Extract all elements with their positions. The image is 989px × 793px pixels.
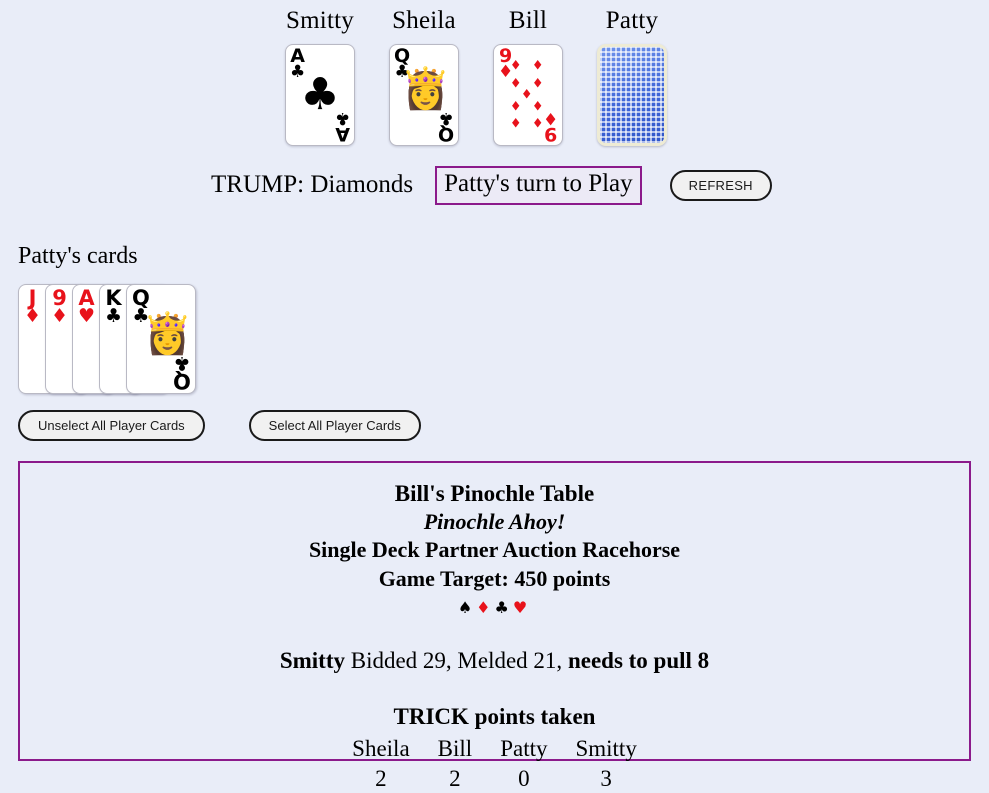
card-corner: J ♦ — [24, 287, 42, 327]
suit-order-row: ♠♦♣♥ — [30, 598, 959, 617]
played-card-slot-sheila: Q ♣ Q ♣ 👸 — [372, 38, 476, 154]
bid-need-text: needs to pull 8 — [567, 648, 710, 674]
suit-glyph-icon: ♣ — [494, 598, 513, 618]
info-panel: Bill's Pinochle Table Pinochle Ahoy! Sin… — [18, 460, 971, 791]
unselect-all-cards-button[interactable]: Unselect All Player Cards — [18, 409, 205, 441]
trick-points-table: Sheila Bill Patty Smitty 2 2 0 3 — [338, 734, 651, 793]
seat-name-label: Sheila — [392, 7, 456, 34]
trick-player-points: 2 — [375, 765, 387, 791]
card-corner: Q ♣ — [173, 351, 191, 392]
seat-name-label: Smitty — [286, 7, 354, 34]
played-card-sheila: Q ♣ Q ♣ 👸 — [372, 38, 476, 154]
suit-glyph-icon: ♦ — [476, 598, 495, 618]
card-pip: ♦ — [509, 116, 522, 132]
card-center-pip: ♣ — [300, 69, 340, 120]
card-face-figure-icon: 👸 — [400, 66, 451, 111]
card-pip: ♦ — [509, 58, 522, 74]
trick-points-value-row: 2 2 0 3 — [338, 764, 651, 793]
card-suit-icon: ♥ — [78, 304, 96, 327]
trick-player-name: Smitty — [575, 736, 637, 762]
card-pip-grid: ♦ ♦ ♦ ♦ ♦ ♦ ♦ ♦ ♦ — [506, 59, 550, 131]
suit-glyph-icon: ♥ — [512, 598, 532, 618]
status-row: TRUMP: Diamonds Patty's turn to Play REF… — [0, 166, 989, 205]
card-back — [597, 44, 667, 146]
trick-player-name: Patty — [500, 736, 548, 762]
played-card-patty-facedown — [580, 38, 684, 154]
hand-title: Patty's cards — [18, 242, 138, 269]
trump-label: TRUMP: Diamonds — [211, 171, 414, 199]
info-game-mode: Single Deck Partner Auction Racehorse — [308, 537, 681, 563]
bid-status-line: Smitty Bidded 29, Melded 21, needs to pu… — [30, 648, 959, 674]
played-card-smitty: A ♣ A ♣ ♣ — [268, 38, 372, 154]
hand-button-row: Unselect All Player Cards Select All Pla… — [18, 409, 989, 441]
played-card-slot-smitty: A ♣ A ♣ ♣ — [268, 38, 372, 154]
seat-name-label: Bill — [508, 7, 548, 34]
refresh-button[interactable]: REFRESH — [669, 169, 772, 201]
seat-name-row: Smitty Sheila Bill Patty — [268, 4, 989, 38]
trick-player-points: 0 — [518, 765, 530, 791]
trick-player-points: 2 — [449, 765, 461, 791]
card-pip: ♦ — [509, 76, 522, 92]
card-face-figure-icon: 👸 — [142, 311, 193, 357]
trick-player-name: Sheila — [352, 736, 410, 762]
bid-detail: Bidded 29, Melded 21, — [344, 648, 568, 674]
seat-name-label: Patty — [605, 7, 659, 34]
card-pip: ♦ — [531, 76, 544, 92]
trick-points-heading: TRICK points taken — [393, 704, 596, 730]
player-hand[interactable]: J ♦ 9 ♦ A ♥ K ♣ Q ♣ 👸 Q ♣ — [18, 283, 989, 398]
card-corner: 9 ♦ — [51, 287, 69, 327]
played-card-slot-bill: 9 ♦ 9 ♦ ♦ ♦ ♦ ♦ ♦ ♦ ♦ ♦ ♦ — [476, 38, 580, 154]
card-pip: ♦ — [520, 87, 533, 103]
turn-indicator: Patty's turn to Play — [435, 166, 642, 205]
card-suit-icon: ♦ — [51, 304, 69, 327]
suit-glyph-icon: ♠ — [457, 598, 477, 618]
card-corner: A ♥ — [78, 287, 96, 327]
info-title: Bill's Pinochle Table — [394, 480, 595, 506]
card-pip: ♦ — [509, 99, 522, 115]
trick-points-header-row: Sheila Bill Patty Smitty — [338, 734, 651, 763]
seat-patty: Patty — [580, 4, 684, 38]
card-corner: K ♣ — [105, 287, 123, 327]
card-corner: Q ♣ — [438, 107, 454, 145]
card-suit-icon: ♣ — [438, 107, 454, 128]
card-suit-icon: ♣ — [173, 351, 191, 374]
playing-card: 9 ♦ 9 ♦ ♦ ♦ ♦ ♦ ♦ ♦ ♦ ♦ ♦ — [493, 44, 563, 146]
trick-player-name: Bill — [437, 736, 473, 762]
seat-smitty: Smitty — [268, 4, 372, 38]
card-pip: ♦ — [531, 99, 544, 115]
card-pip: ♦ — [531, 58, 544, 74]
played-card-slot-patty — [580, 38, 684, 154]
played-card-bill: 9 ♦ 9 ♦ ♦ ♦ ♦ ♦ ♦ ♦ ♦ ♦ ♦ — [476, 38, 580, 154]
seat-sheila: Sheila — [372, 4, 476, 38]
trick-player-points: 3 — [600, 765, 612, 791]
bid-bidder-name: Smitty — [279, 648, 345, 674]
hand-card[interactable]: Q ♣ 👸 Q ♣ — [126, 283, 196, 394]
info-subtitle: Pinochle Ahoy! — [423, 508, 566, 534]
card-suit-icon: ♦ — [24, 304, 42, 327]
playing-card: Q ♣ Q ♣ 👸 — [389, 44, 459, 146]
playing-card: A ♣ A ♣ ♣ — [285, 44, 355, 146]
seat-bill: Bill — [476, 4, 580, 38]
select-all-cards-button[interactable]: Select All Player Cards — [248, 409, 421, 441]
table-area: Smitty Sheila Bill Patty A ♣ A ♣ ♣ Q ♣ Q ♣ 👸 9 ♦ 9… — [0, 0, 989, 154]
card-suit-icon: ♣ — [105, 304, 123, 327]
info-game-target: Game Target: 450 points — [378, 565, 611, 591]
card-pip: ♦ — [531, 116, 544, 132]
played-cards-row: A ♣ A ♣ ♣ Q ♣ Q ♣ 👸 9 ♦ 9 ♦ ♦ ♦ ♦ ♦ ♦ ♦ ♦ ♦ ♦ — [268, 38, 989, 154]
